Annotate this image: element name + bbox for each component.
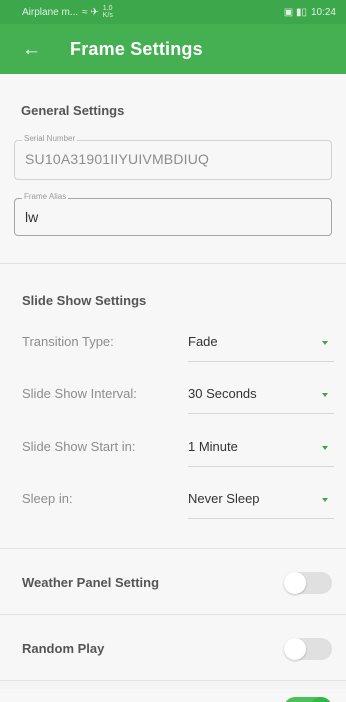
slideshow-start-row: Slide Show Start in: 1 Minute: [0, 431, 346, 467]
page-title: Frame Settings: [70, 38, 203, 59]
next-setting-toggle[interactable]: [284, 697, 332, 702]
battery-icon: ▣ ▮▯: [283, 6, 307, 18]
serial-number-value: SU10A31901IIYUIVMBDIUQ: [25, 151, 210, 167]
toggle-knob[interactable]: [284, 638, 306, 660]
random-play-label: Random Play: [22, 641, 105, 656]
frame-settings-screen: Airplane m... ≈ ✈ 1.0 K/s ▣ ▮▯ 10:24 ← F…: [0, 0, 346, 702]
dropdown-caret-icon[interactable]: [322, 446, 328, 450]
transition-type-label: Transition Type:: [22, 334, 114, 349]
transition-type-dropdown[interactable]: Fade: [188, 326, 334, 362]
dropdown-caret-icon[interactable]: [322, 393, 328, 397]
data-speed-text: 1.0 K/s: [102, 5, 113, 19]
slideshow-settings-section: Slide Show Settings Transition Type: Fad…: [0, 264, 346, 549]
weather-panel-label: Weather Panel Setting: [22, 575, 160, 590]
transition-type-row: Transition Type: Fade: [0, 326, 346, 362]
weather-panel-toggle[interactable]: [284, 572, 332, 594]
frame-alias-field[interactable]: Frame Alias lw: [14, 192, 332, 236]
status-left: Airplane m... ≈ ✈ 1.0 K/s: [22, 5, 113, 19]
sleep-in-dropdown[interactable]: Never Sleep: [188, 483, 334, 519]
back-arrow-icon[interactable]: ←: [22, 40, 52, 59]
random-play-toggle[interactable]: [284, 638, 332, 660]
dropdown-caret-icon[interactable]: [322, 341, 328, 345]
status-time: 10:24: [310, 6, 336, 18]
serial-number-label: Serial Number: [22, 134, 78, 143]
sleep-in-row: Sleep in: Never Sleep: [0, 483, 346, 519]
next-setting-row-partial: [0, 689, 346, 702]
random-play-row: Random Play: [0, 615, 346, 681]
slideshow-interval-label: Slide Show Interval:: [22, 386, 137, 401]
slideshow-start-label: Slide Show Start in:: [22, 439, 136, 454]
weather-panel-row: Weather Panel Setting: [0, 549, 346, 615]
carrier-text: Airplane m...: [22, 6, 79, 18]
serial-number-field: Serial Number SU10A31901IIYUIVMBDIUQ: [14, 134, 332, 180]
slideshow-interval-value[interactable]: 30 Seconds: [188, 386, 257, 401]
slideshow-interval-row: Slide Show Interval: 30 Seconds: [0, 378, 346, 414]
toggle-knob[interactable]: [310, 697, 332, 702]
slideshow-interval-dropdown[interactable]: 30 Seconds: [188, 378, 334, 414]
slideshow-start-dropdown[interactable]: 1 Minute: [188, 431, 334, 467]
toggle-knob[interactable]: [284, 572, 306, 594]
slideshow-settings-title: Slide Show Settings: [22, 293, 147, 308]
general-settings-section: General Settings Serial Number SU10A3190…: [0, 74, 346, 264]
status-right: ▣ ▮▯ 10:24: [284, 7, 336, 18]
transition-type-value[interactable]: Fade: [188, 334, 218, 349]
status-bar: Airplane m... ≈ ✈ 1.0 K/s ▣ ▮▯ 10:24: [0, 0, 346, 24]
slideshow-start-value[interactable]: 1 Minute: [188, 439, 238, 454]
sleep-in-value[interactable]: Never Sleep: [188, 491, 260, 506]
frame-alias-label: Frame Alias: [22, 192, 69, 201]
frame-alias-value[interactable]: lw: [25, 209, 38, 225]
app-bar: ← Frame Settings: [0, 24, 346, 74]
network-icon: ≈ ✈: [82, 6, 99, 18]
dropdown-caret-icon[interactable]: [322, 498, 328, 502]
sleep-in-label: Sleep in:: [22, 491, 73, 506]
general-settings-title: General Settings: [21, 103, 125, 118]
